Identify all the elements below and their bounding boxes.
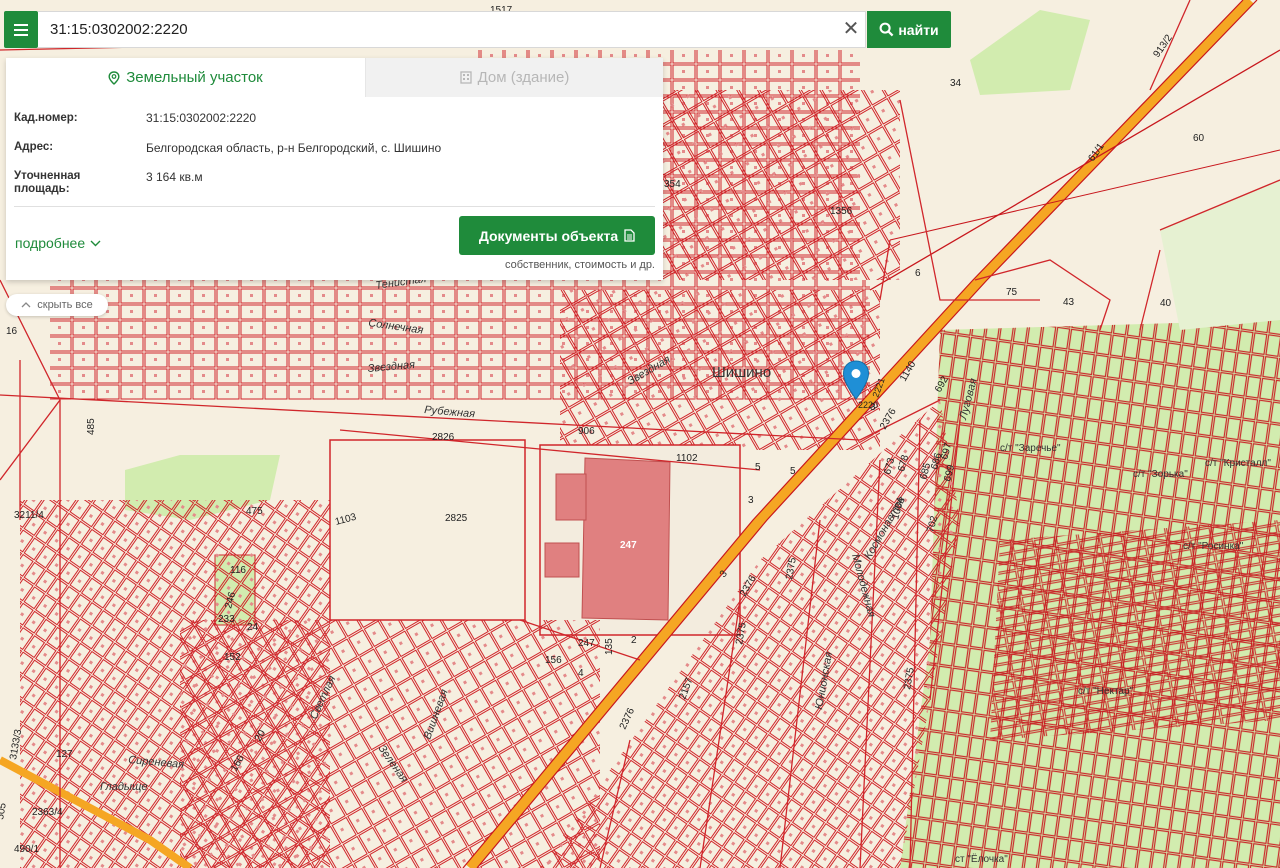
cad-number-label: Кад.номер: xyxy=(14,112,78,124)
parcel-info-panel: Земельный участок Дом (здание) Кад.номер… xyxy=(6,58,663,280)
svg-text:1102: 1102 xyxy=(676,453,698,464)
find-button[interactable]: найти xyxy=(867,11,951,48)
clear-search-icon[interactable]: ✕ xyxy=(840,18,862,40)
svg-text:с/т "Кристалл": с/т "Кристалл" xyxy=(1205,458,1271,469)
address-label: Адрес: xyxy=(14,141,54,153)
hide-all-label: скрыть все xyxy=(37,299,93,311)
svg-text:с/т "Зорька": с/т "Зорька" xyxy=(1133,469,1188,480)
svg-text:Шишино: Шишино xyxy=(712,364,771,381)
svg-text:2826: 2826 xyxy=(432,432,455,443)
svg-text:с/т "Нектар": с/т "Нектар" xyxy=(1078,686,1134,697)
parcel-location-marker[interactable] xyxy=(842,360,870,400)
find-button-label: найти xyxy=(898,21,939,38)
area-label: Уточненная площадь: xyxy=(14,170,80,196)
svg-text:16: 16 xyxy=(6,326,18,337)
svg-text:2825: 2825 xyxy=(445,513,468,524)
svg-text:75: 75 xyxy=(1006,287,1018,298)
svg-text:233: 233 xyxy=(218,614,235,625)
building-icon xyxy=(459,71,472,84)
svg-text:5: 5 xyxy=(790,466,796,477)
svg-text:60: 60 xyxy=(1193,133,1205,144)
svg-text:906: 906 xyxy=(578,426,595,437)
svg-text:2: 2 xyxy=(631,635,637,646)
svg-text:1356: 1356 xyxy=(830,206,853,217)
object-documents-button[interactable]: Документы объекта xyxy=(459,216,655,255)
tab-building[interactable]: Дом (здание) xyxy=(365,58,663,97)
cad-number-value: 31:15:0302002:2220 xyxy=(146,111,257,125)
address-value: Белгородская область, р-н Белгородский, … xyxy=(146,141,442,155)
svg-text:24: 24 xyxy=(247,622,259,633)
svg-text:156: 156 xyxy=(545,655,562,666)
svg-text:247: 247 xyxy=(620,540,637,551)
cadastral-search-input[interactable] xyxy=(38,11,866,48)
menu-button[interactable] xyxy=(4,11,38,48)
svg-text:3: 3 xyxy=(748,495,754,506)
svg-text:Гладыще: Гладыще xyxy=(100,781,147,793)
svg-text:43: 43 xyxy=(1063,297,1075,308)
chevron-down-icon xyxy=(90,240,101,246)
svg-text:с/т "Росинка": с/т "Росинка" xyxy=(1183,541,1244,552)
svg-text:485: 485 xyxy=(86,418,97,435)
more-details-label: подробнее xyxy=(15,235,86,251)
documents-note: собственник, стоимость и др. xyxy=(505,259,655,271)
svg-text:с/т "Заречье": с/т "Заречье" xyxy=(1000,443,1061,454)
svg-text:490/1: 490/1 xyxy=(14,844,39,855)
svg-text:ст "Ёлочка": ст "Ёлочка" xyxy=(955,853,1008,865)
svg-text:5: 5 xyxy=(755,462,761,473)
svg-text:6: 6 xyxy=(915,268,921,279)
svg-text:152: 152 xyxy=(224,652,241,663)
hide-all-button[interactable]: скрыть все xyxy=(6,294,108,316)
area-value: 3 164 кв.м xyxy=(146,170,203,184)
svg-text:34: 34 xyxy=(950,78,962,89)
area-label-line1: Уточненная xyxy=(14,170,81,182)
svg-text:3211/4: 3211/4 xyxy=(14,510,44,521)
object-type-tabs: Земельный участок Дом (здание) xyxy=(6,58,663,97)
panel-divider xyxy=(14,206,655,207)
search-icon xyxy=(879,22,894,37)
document-icon xyxy=(624,229,635,242)
svg-text:475: 475 xyxy=(246,506,263,517)
hamburger-icon xyxy=(14,23,28,36)
more-details-link[interactable]: подробнее xyxy=(15,235,101,251)
area-label-line2: площадь: xyxy=(14,183,70,195)
svg-text:4: 4 xyxy=(578,668,584,679)
svg-text:354: 354 xyxy=(664,179,681,190)
svg-text:127: 127 xyxy=(56,749,73,760)
svg-text:247: 247 xyxy=(578,638,595,649)
location-pin-icon xyxy=(108,70,120,85)
chevron-up-icon xyxy=(21,302,31,308)
svg-text:135: 135 xyxy=(604,638,615,655)
tab-land-plot[interactable]: Земельный участок xyxy=(6,58,365,97)
object-documents-label: Документы объекта xyxy=(478,227,619,244)
tab-building-label: Дом (здание) xyxy=(477,69,570,86)
tab-land-plot-label: Земельный участок xyxy=(126,69,263,86)
svg-text:3: 3 xyxy=(870,402,876,413)
svg-text:116: 116 xyxy=(230,565,246,576)
svg-text:40: 40 xyxy=(1160,298,1172,309)
svg-text:2363/4: 2363/4 xyxy=(32,807,63,818)
